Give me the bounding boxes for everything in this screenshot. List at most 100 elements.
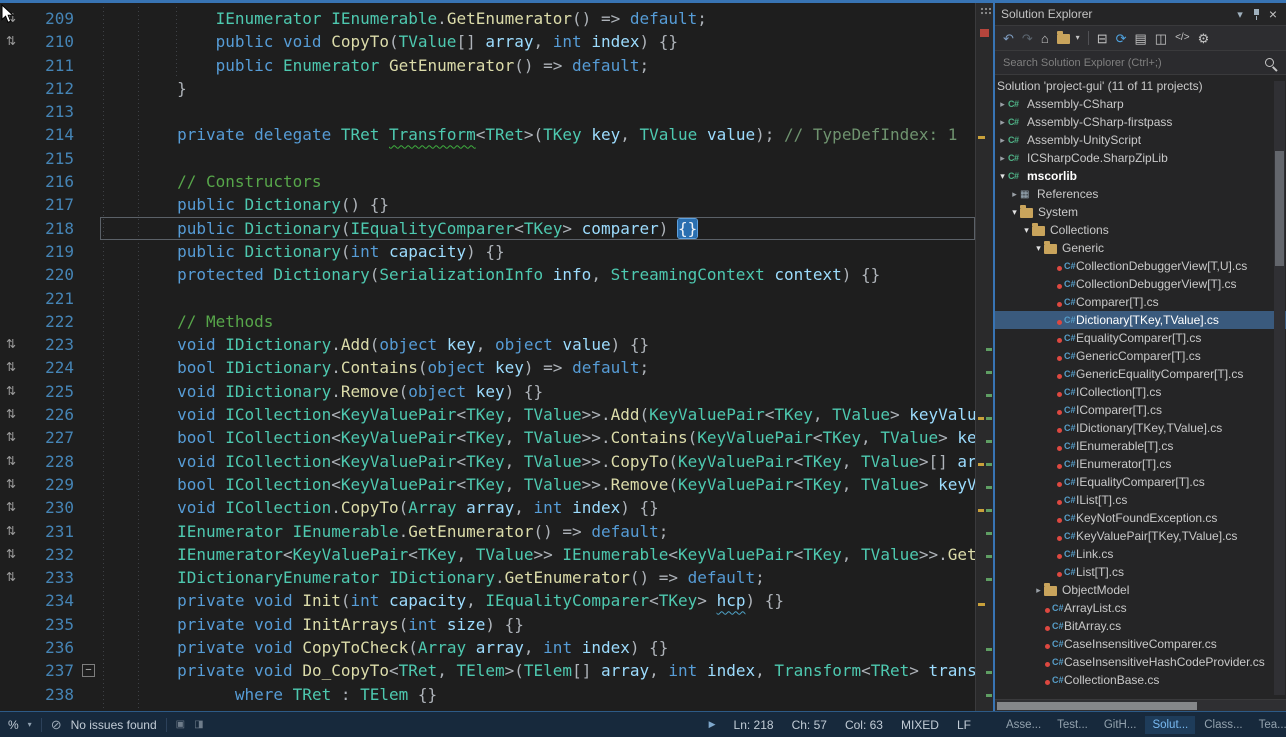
zoom-dropdown-icon[interactable]: ▾ bbox=[28, 720, 32, 729]
tree-item[interactable]: Solution 'project-gui' (11 of 11 project… bbox=[995, 77, 1286, 95]
code-line[interactable]: 236 private void CopyToCheck(Array array… bbox=[0, 636, 975, 659]
code-line[interactable]: 211 public Enumerator GetEnumerator() =>… bbox=[0, 54, 975, 77]
tree-item[interactable]: C#IComparer[T].cs bbox=[995, 401, 1286, 419]
collapse-all-icon[interactable]: ⊟ bbox=[1097, 32, 1108, 45]
status-line-ending[interactable]: LF bbox=[957, 718, 971, 732]
chevron-collapsed-icon[interactable]: ▸ bbox=[997, 135, 1008, 146]
tree-item[interactable]: C#IEnumerator[T].cs bbox=[995, 455, 1286, 473]
chevron-collapsed-icon[interactable]: ▸ bbox=[997, 117, 1008, 128]
tree-item[interactable]: ▸C#Assembly-CSharp bbox=[995, 95, 1286, 113]
tree-item[interactable]: C#CaseInsensitiveComparer.cs bbox=[995, 635, 1286, 653]
scrollbar-split-grip-icon[interactable] bbox=[980, 7, 991, 16]
line-number[interactable]: 238 bbox=[22, 683, 78, 706]
code-line[interactable]: 220 protected Dictionary(SerializationIn… bbox=[0, 263, 975, 286]
tree-item[interactable]: C#List[T].cs bbox=[995, 563, 1286, 581]
code-line[interactable]: 219 public Dictionary(int capacity) {} bbox=[0, 240, 975, 263]
status-column[interactable]: Col: 63 bbox=[845, 718, 883, 732]
status-extra-icon-2[interactable]: ◨ bbox=[194, 719, 203, 730]
line-number[interactable]: 226 bbox=[22, 403, 78, 426]
line-number[interactable]: 212 bbox=[22, 77, 78, 100]
tree-item[interactable]: C#CollectionDebuggerView[T,U].cs bbox=[995, 257, 1286, 275]
line-number[interactable]: 236 bbox=[22, 636, 78, 659]
line-number[interactable]: 215 bbox=[22, 147, 78, 170]
refresh-icon[interactable]: ⟳ bbox=[1116, 32, 1127, 45]
code-line[interactable]: ⇅229 bool ICollection<KeyValuePair<TKey,… bbox=[0, 473, 975, 496]
code-line[interactable]: 217 public Dictionary() {} bbox=[0, 193, 975, 216]
code-line[interactable]: 238 where TRet : TElem {} bbox=[0, 683, 975, 706]
tree-item[interactable]: C#KeyNotFoundException.cs bbox=[995, 509, 1286, 527]
line-number[interactable]: 217 bbox=[22, 193, 78, 216]
tree-item[interactable]: C#IEnumerable[T].cs bbox=[995, 437, 1286, 455]
code-line[interactable]: 215 bbox=[0, 147, 975, 170]
chevron-collapsed-icon[interactable]: ▸ bbox=[1033, 585, 1044, 596]
close-icon[interactable]: × bbox=[1269, 7, 1277, 21]
solution-explorer-titlebar[interactable]: Solution Explorer ▾ × bbox=[995, 3, 1286, 25]
line-number[interactable]: 219 bbox=[22, 240, 78, 263]
no-issues-label[interactable]: No issues found bbox=[71, 718, 157, 732]
line-number[interactable]: 214 bbox=[22, 123, 78, 146]
code-line[interactable]: ⇅209 IEnumerator IEnumerable.GetEnumerat… bbox=[0, 7, 975, 30]
line-number[interactable]: 224 bbox=[22, 356, 78, 379]
tree-item[interactable]: C#IDictionary[TKey,TValue].cs bbox=[995, 419, 1286, 437]
chevron-expanded-icon[interactable]: ▾ bbox=[1009, 207, 1020, 218]
tree-horizontal-scrollbar[interactable] bbox=[995, 699, 1286, 711]
line-number[interactable]: 210 bbox=[22, 30, 78, 53]
editor-vertical-scrollbar[interactable] bbox=[975, 3, 993, 711]
code-line[interactable]: 213 bbox=[0, 100, 975, 123]
show-all-files-icon[interactable]: ▤ bbox=[1135, 32, 1147, 45]
chevron-expanded-icon[interactable]: ▾ bbox=[1021, 225, 1032, 236]
tree-item[interactable]: ▾Generic bbox=[995, 239, 1286, 257]
code-line[interactable]: ⇅225 void IDictionary.Remove(object key)… bbox=[0, 380, 975, 403]
tree-item[interactable]: C#CollectionDebuggerView[T].cs bbox=[995, 275, 1286, 293]
tool-window-tab[interactable]: Solut... bbox=[1145, 716, 1195, 734]
line-number[interactable]: 218 bbox=[22, 217, 78, 240]
tool-window-tab[interactable]: Test... bbox=[1050, 716, 1095, 734]
tree-item[interactable]: C#Dictionary[TKey,TValue].cs bbox=[995, 311, 1286, 329]
tree-vertical-scrollbar[interactable] bbox=[1274, 81, 1285, 695]
chevron-expanded-icon[interactable]: ▾ bbox=[997, 171, 1008, 182]
forward-icon[interactable]: ↷ bbox=[1022, 32, 1033, 45]
code-line[interactable]: 222 // Methods bbox=[0, 310, 975, 333]
tree-item[interactable]: C#ICollection[T].cs bbox=[995, 383, 1286, 401]
tree-item[interactable]: C#CollectionBase.cs bbox=[995, 671, 1286, 689]
code-line[interactable]: 218 public Dictionary(IEqualityComparer<… bbox=[0, 217, 975, 240]
properties-icon[interactable]: ⚙ bbox=[1198, 32, 1210, 45]
status-char[interactable]: Ch: 57 bbox=[792, 718, 827, 732]
tree-item[interactable]: C#EqualityComparer[T].cs bbox=[995, 329, 1286, 347]
tool-window-tab[interactable]: Tea... bbox=[1252, 716, 1286, 734]
code-line[interactable]: ⇅230 void ICollection.CopyTo(Array array… bbox=[0, 496, 975, 519]
home-icon[interactable]: ⌂ bbox=[1041, 32, 1049, 45]
sync-with-active-document-icon[interactable]: ◫ bbox=[1155, 32, 1167, 45]
line-number[interactable]: 232 bbox=[22, 543, 78, 566]
fold-collapse-icon[interactable]: − bbox=[82, 664, 95, 677]
tree-item[interactable]: C#IList[T].cs bbox=[995, 491, 1286, 509]
code-editor[interactable]: ⇅209 IEnumerator IEnumerable.GetEnumerat… bbox=[0, 3, 975, 711]
view-code-icon[interactable]: </> bbox=[1175, 33, 1189, 43]
tree-item[interactable]: ▸▦References bbox=[995, 185, 1286, 203]
tree-item[interactable]: C#KeyValuePair[TKey,TValue].cs bbox=[995, 527, 1286, 545]
code-line[interactable]: ⇅228 void ICollection<KeyValuePair<TKey,… bbox=[0, 450, 975, 473]
chevron-expanded-icon[interactable]: ▾ bbox=[1033, 243, 1044, 254]
code-line[interactable]: ⇅226 void ICollection<KeyValuePair<TKey,… bbox=[0, 403, 975, 426]
code-line[interactable]: 239 private static KeyValuePair<TKey, TV… bbox=[0, 706, 975, 711]
pin-icon[interactable] bbox=[1252, 8, 1261, 21]
tree-item[interactable]: C#ArrayList.cs bbox=[995, 599, 1286, 617]
line-number[interactable]: 213 bbox=[22, 100, 78, 123]
line-number[interactable]: 228 bbox=[22, 450, 78, 473]
code-line[interactable]: ⇅232 IEnumerator<KeyValuePair<TKey, TVal… bbox=[0, 543, 975, 566]
search-icon[interactable] bbox=[1265, 58, 1274, 67]
line-number[interactable]: 235 bbox=[22, 613, 78, 636]
code-line[interactable]: ⇅227 bool ICollection<KeyValuePair<TKey,… bbox=[0, 426, 975, 449]
no-issues-icon[interactable]: ⊘ bbox=[51, 717, 62, 733]
line-number[interactable]: 225 bbox=[22, 380, 78, 403]
window-position-icon[interactable]: ▾ bbox=[1237, 8, 1243, 21]
line-number[interactable]: 222 bbox=[22, 310, 78, 333]
tree-item[interactable]: ▸C#Assembly-CSharp-firstpass bbox=[995, 113, 1286, 131]
line-number[interactable]: 229 bbox=[22, 473, 78, 496]
line-number[interactable]: 230 bbox=[22, 496, 78, 519]
tree-item[interactable]: C#GenericEqualityComparer[T].cs bbox=[995, 365, 1286, 383]
line-number[interactable]: 221 bbox=[22, 287, 78, 310]
code-line[interactable]: ⇅210 public void CopyTo(TValue[] array, … bbox=[0, 30, 975, 53]
line-number[interactable]: 231 bbox=[22, 520, 78, 543]
line-number[interactable]: 211 bbox=[22, 54, 78, 77]
